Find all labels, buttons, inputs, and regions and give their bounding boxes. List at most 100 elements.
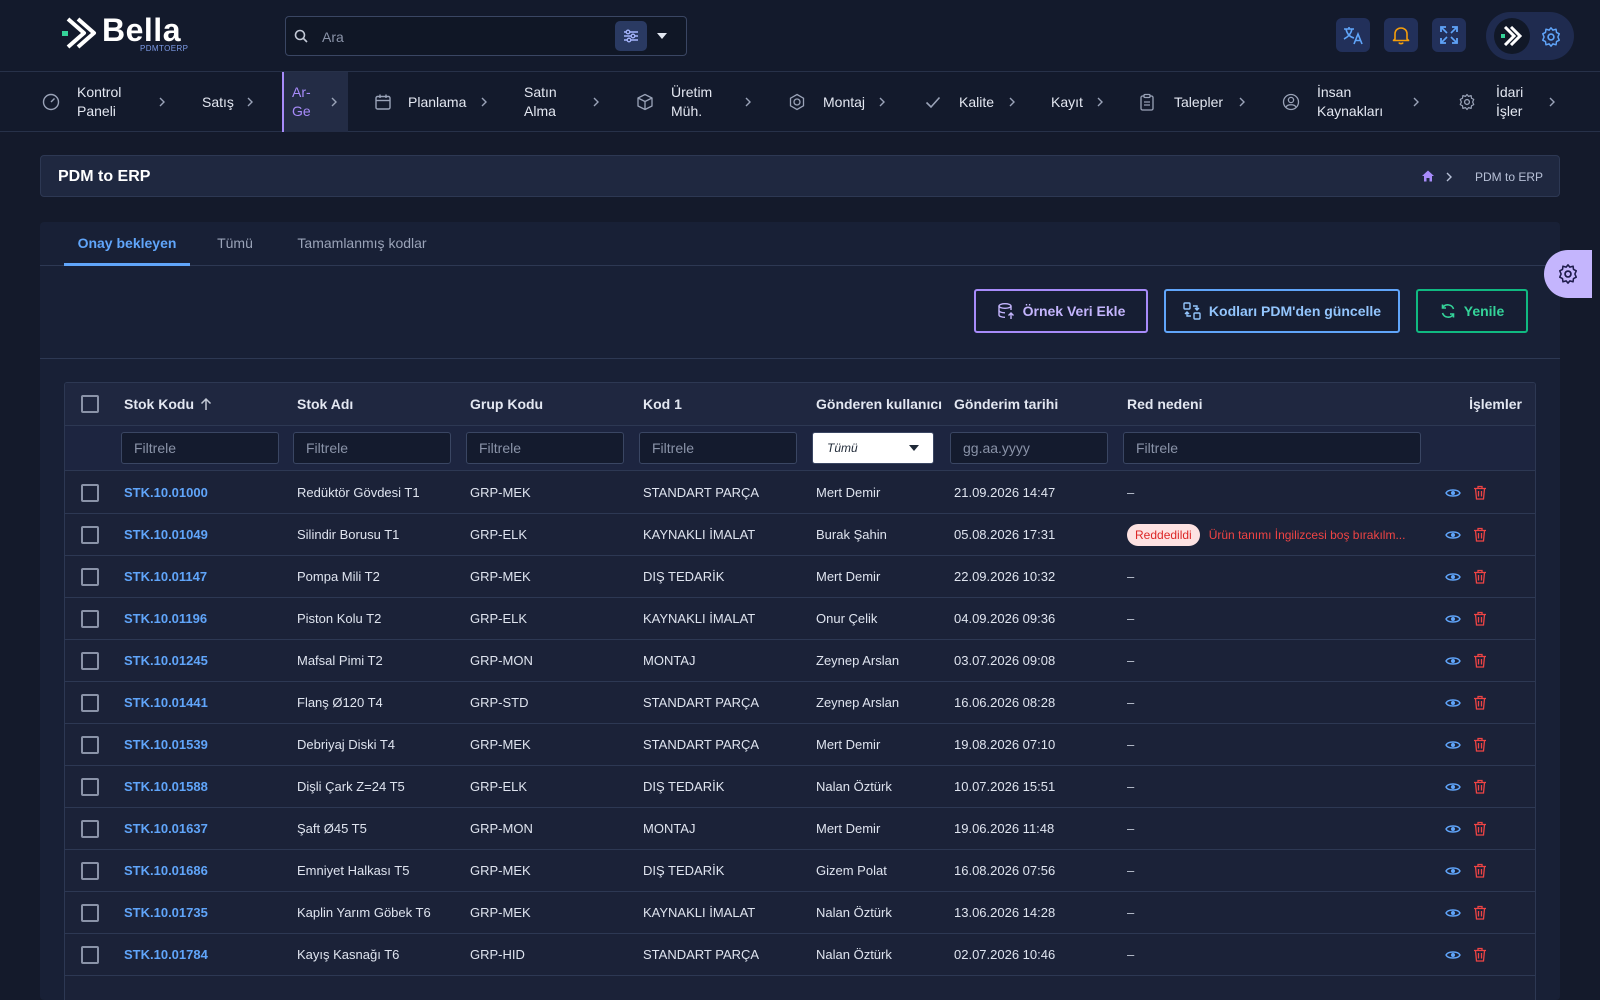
table-row[interactable]: STK.10.01686 Emniyet Halkası T5 GRP-MEK DIŞ… xyxy=(65,850,1535,892)
view-button[interactable] xyxy=(1445,781,1461,793)
floating-settings-button[interactable] xyxy=(1544,250,1592,298)
view-button[interactable] xyxy=(1445,907,1461,919)
notifications-button[interactable] xyxy=(1384,18,1418,52)
table-row[interactable]: STK.10.01000 Redüktör Gövdesi T1 GRP-MEK ST… xyxy=(65,472,1535,514)
stock-code-link[interactable]: STK.10.01049 xyxy=(124,527,208,542)
table-row[interactable]: STK.10.01245 Mafsal Pimi T2 GRP-MON MONTAJ Z… xyxy=(65,640,1535,682)
col-gonderen-kullanici[interactable]: Gönderen kullanıcı xyxy=(816,383,942,425)
view-button[interactable] xyxy=(1445,865,1461,877)
language-button[interactable] xyxy=(1336,18,1370,52)
nav-item-uretim-muh[interactable]: Üretim Müh. xyxy=(608,72,758,132)
view-button[interactable] xyxy=(1445,613,1461,625)
delete-button[interactable] xyxy=(1473,695,1487,710)
delete-button[interactable] xyxy=(1473,485,1487,500)
home-icon[interactable] xyxy=(1421,169,1435,183)
view-button[interactable] xyxy=(1445,529,1461,541)
sample-data-button[interactable]: Örnek Veri Ekle xyxy=(974,289,1148,333)
filter-date-input[interactable]: gg.aa.yyyy xyxy=(950,432,1108,464)
delete-button[interactable] xyxy=(1473,527,1487,542)
search-filter-button[interactable] xyxy=(615,21,647,51)
app-logo[interactable]: Bella PDMTOERP xyxy=(62,12,192,56)
col-kod-1[interactable]: Kod 1 xyxy=(643,383,682,425)
avatar[interactable] xyxy=(1494,18,1530,54)
view-button[interactable] xyxy=(1445,571,1461,583)
table-row[interactable]: STK.10.01147 Pompa Mili T2 GRP-MEK DIŞ TEDA… xyxy=(65,556,1535,598)
row-checkbox[interactable] xyxy=(81,777,99,796)
search-input[interactable] xyxy=(322,26,592,48)
row-checkbox[interactable] xyxy=(81,525,99,544)
delete-button[interactable] xyxy=(1473,947,1487,962)
fullscreen-button[interactable] xyxy=(1432,18,1466,52)
tab-onay-bekleyen[interactable]: Onay bekleyen xyxy=(64,222,190,266)
col-stok-adi[interactable]: Stok Adı xyxy=(297,383,353,425)
stock-code-link[interactable]: STK.10.01539 xyxy=(124,737,208,752)
nav-item-idari-isler[interactable]: İdari İşler xyxy=(1422,72,1562,132)
stock-code-link[interactable]: STK.10.01245 xyxy=(124,653,208,668)
filter-red-nedeni-input[interactable]: Filtrele xyxy=(1123,432,1421,464)
nav-item-talepler[interactable]: Talepler xyxy=(1126,72,1262,132)
col-red-nedeni[interactable]: Red nedeni xyxy=(1127,383,1202,425)
view-button[interactable] xyxy=(1445,823,1461,835)
nav-item-ar-ge[interactable]: Ar-Ge xyxy=(282,72,348,132)
row-checkbox[interactable] xyxy=(81,735,99,754)
view-button[interactable] xyxy=(1445,487,1461,499)
row-checkbox[interactable] xyxy=(81,819,99,838)
stock-code-link[interactable]: STK.10.01784 xyxy=(124,947,208,962)
delete-button[interactable] xyxy=(1473,863,1487,878)
row-checkbox[interactable] xyxy=(81,945,99,964)
filter-grup-kodu-input[interactable]: Filtrele xyxy=(466,432,624,464)
delete-button[interactable] xyxy=(1473,569,1487,584)
stock-code-link[interactable]: STK.10.01000 xyxy=(124,485,208,500)
nav-item-kayit[interactable]: Kayıt xyxy=(1028,72,1126,132)
table-row[interactable]: STK.10.01784 Kayış Kasnağı T6 GRP-HID STAND… xyxy=(65,934,1535,976)
stock-code-link[interactable]: STK.10.01441 xyxy=(124,695,208,710)
tab-tumu[interactable]: Tümü xyxy=(200,222,270,266)
view-button[interactable] xyxy=(1445,949,1461,961)
refresh-button[interactable]: Yenile xyxy=(1416,289,1528,333)
search-dropdown-icon[interactable] xyxy=(656,30,668,42)
update-codes-button[interactable]: Kodları PDM'den güncelle xyxy=(1164,289,1400,333)
table-row[interactable]: STK.10.01588 Dişli Çark Z=24 T5 GRP-ELK DIŞ… xyxy=(65,766,1535,808)
row-checkbox[interactable] xyxy=(81,861,99,880)
stock-code-link[interactable]: STK.10.01637 xyxy=(124,821,208,836)
delete-button[interactable] xyxy=(1473,737,1487,752)
filter-user-select[interactable]: Tümü xyxy=(812,432,934,464)
view-button[interactable] xyxy=(1445,697,1461,709)
table-row[interactable]: STK.10.01196 Piston Kolu T2 GRP-ELK KAYNAKL… xyxy=(65,598,1535,640)
col-grup-kodu[interactable]: Grup Kodu xyxy=(470,383,543,425)
col-gonderim-tarihi[interactable]: Gönderim tarihi xyxy=(954,383,1058,425)
stock-code-link[interactable]: STK.10.01686 xyxy=(124,863,208,878)
delete-button[interactable] xyxy=(1473,653,1487,668)
table-row[interactable]: STK.10.01735 Kaplin Yarım Göbek T6 GRP-MEK… xyxy=(65,892,1535,934)
row-checkbox[interactable] xyxy=(81,483,99,502)
col-stok-kodu[interactable]: Stok Kodu xyxy=(124,383,212,425)
nav-item-kontrol-paneli[interactable]: Kontrol Paneli xyxy=(0,72,182,132)
table-row[interactable]: STK.10.01441 Flanş Ø120 T4 GRP-STD STANDART… xyxy=(65,682,1535,724)
nav-item-satin-alma[interactable]: Satın Alma xyxy=(498,72,608,132)
filter-kod-1-input[interactable]: Filtrele xyxy=(639,432,797,464)
filter-stok-adi-input[interactable]: Filtrele xyxy=(293,432,451,464)
row-checkbox[interactable] xyxy=(81,567,99,586)
row-checkbox[interactable] xyxy=(81,693,99,712)
stock-code-link[interactable]: STK.10.01588 xyxy=(124,779,208,794)
select-all-checkbox[interactable] xyxy=(81,395,99,413)
nav-item-montaj[interactable]: Montaj xyxy=(758,72,888,132)
stock-code-link[interactable]: STK.10.01735 xyxy=(124,905,208,920)
stock-code-link[interactable]: STK.10.01196 xyxy=(124,611,207,626)
table-row[interactable]: STK.10.01049 Silindir Borusu T1 GRP-ELK KAY… xyxy=(65,514,1535,556)
table-row[interactable]: STK.10.01539 Debriyaj Diski T4 GRP-MEK STAN… xyxy=(65,724,1535,766)
delete-button[interactable] xyxy=(1473,821,1487,836)
nav-item-insan-kaynaklari[interactable]: İnsan Kaynakları xyxy=(1262,72,1422,132)
row-checkbox[interactable] xyxy=(81,903,99,922)
view-button[interactable] xyxy=(1445,655,1461,667)
delete-button[interactable] xyxy=(1473,611,1487,626)
view-button[interactable] xyxy=(1445,739,1461,751)
user-menu[interactable] xyxy=(1486,12,1574,60)
gear-icon[interactable] xyxy=(1540,26,1562,48)
stock-code-link[interactable]: STK.10.01147 xyxy=(124,569,207,584)
tab-tamamlanmis-kodlar[interactable]: Tamamlanmış kodlar xyxy=(282,222,442,266)
delete-button[interactable] xyxy=(1473,905,1487,920)
filter-stok-kodu-input[interactable]: Filtrele xyxy=(121,432,279,464)
nav-item-kalite[interactable]: Kalite xyxy=(888,72,1028,132)
nav-item-planlama[interactable]: Planlama xyxy=(348,72,498,132)
